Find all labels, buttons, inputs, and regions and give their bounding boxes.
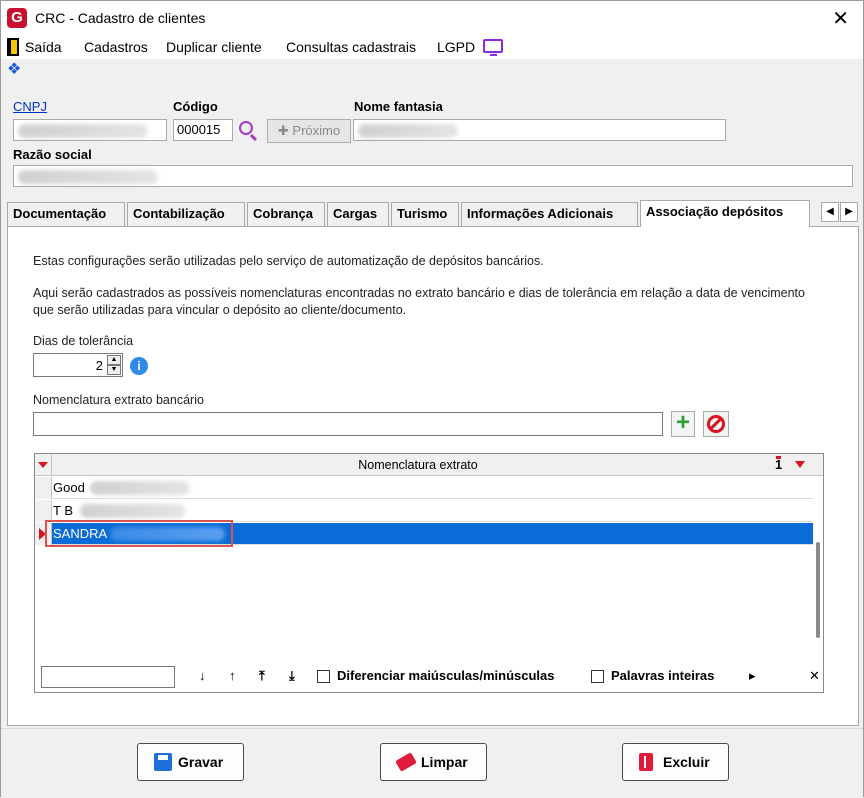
find-input[interactable] [41,666,175,688]
razao-social-label: Razão social [13,147,92,162]
cnpj-field[interactable] [13,119,167,141]
tab-informacoes-adicionais[interactable]: Informações Adicionais [461,202,638,226]
excluir-button[interactable]: Excluir [622,743,729,781]
nomenclatura-input[interactable] [33,412,663,436]
proximo-button[interactable]: ✚ Próximo [267,119,351,143]
menu-lgpd[interactable]: LGPD [437,39,475,55]
search-icon[interactable] [239,121,253,135]
info-text-2a: Aqui serão cadastrados as possíveis nome… [33,286,805,300]
menu-consultas-cadastrais[interactable]: Consultas cadastrais [286,39,416,55]
tab-cargas[interactable]: Cargas [327,202,389,226]
find-last-button[interactable]: ⤓ [289,668,295,684]
diamond-nav-icon[interactable]: ❖ [7,62,21,78]
diff-case-label[interactable]: Diferenciar maiúsculas/minúsculas [337,668,554,683]
tab-turismo[interactable]: Turismo [391,202,459,226]
info-icon[interactable]: i [130,357,148,375]
limpar-button[interactable]: Limpar [380,743,487,781]
tab-cobranca[interactable]: Cobrança [247,202,325,226]
highlight-outline [45,520,233,547]
razao-social-field[interactable] [13,165,853,187]
cancel-icon [707,415,725,433]
tab-associacao-depositos[interactable]: Associação depósitos [640,200,810,227]
menu-bar: Saída Cadastros Duplicar cliente Consult… [1,35,863,59]
spin-up-button[interactable]: ▲ [107,355,121,365]
column-header-nomenclatura[interactable]: Nomenclatura extrato [53,458,783,472]
grid-header: Nomenclatura extrato 1 [35,454,823,476]
gravar-button[interactable]: Gravar [137,743,244,781]
title-bar: G CRC - Cadastro de clientes ✕ [1,1,863,35]
gravar-label: Gravar [178,754,224,770]
dias-tolerancia-value: 2 [95,358,103,373]
table-row[interactable]: Good [35,477,813,499]
tab-contabilizacao[interactable]: Contabilização [127,202,245,226]
tab-panel-associacao: Estas configurações serão utilizadas pel… [7,226,859,726]
close-window-button[interactable]: ✕ [832,6,849,31]
nome-fantasia-label: Nome fantasia [354,99,443,114]
nomenclatura-grid: Nomenclatura extrato 1 Good T B SANDRA ↓… [34,453,824,693]
save-disk-icon [154,753,172,771]
trash-icon [639,753,653,771]
spin-down-button[interactable]: ▼ [107,365,121,375]
menu-saida[interactable]: Saída [25,39,62,55]
close-find-icon[interactable]: ✕ [809,668,820,684]
app-window: G CRC - Cadastro de clientes ✕ Saída Cad… [0,0,864,798]
row-cell: T B [53,503,73,518]
info-text-2b: que serão utilizadas para vincular o dep… [33,303,407,317]
find-prev-up-button[interactable]: ↑ [229,668,236,683]
find-bar: ↓ ↑ ⤒ ⤓ Diferenciar maiúsculas/minúscula… [35,662,823,692]
whole-words-checkbox[interactable] [591,670,604,683]
excluir-label: Excluir [663,754,710,770]
nomenclatura-label: Nomenclatura extrato bancário [33,393,204,407]
tab-strip: Documentação Contabilização Cobrança Car… [7,200,863,227]
find-options-arrow-icon[interactable]: ▸ [749,668,756,684]
grid-scrollbar[interactable] [816,542,820,638]
eraser-icon [395,752,417,772]
cancel-button[interactable] [703,411,729,437]
add-nomenclatura-button[interactable]: + [671,411,695,437]
dias-tolerancia-spinner[interactable]: 2 ▲ ▼ [33,353,123,377]
diff-case-checkbox[interactable] [317,670,330,683]
row-cell: Good [53,480,85,495]
monitor-icon[interactable] [483,39,503,56]
tab-documentacao[interactable]: Documentação [7,202,125,226]
tab-scroll-right-button[interactable]: ▶ [840,202,858,222]
footer-bar: Gravar Limpar Excluir [1,728,863,798]
dropdown-arrow-icon [38,462,48,468]
find-first-button[interactable]: ⤒ [259,668,265,684]
find-next-down-button[interactable]: ↓ [199,668,206,683]
info-text-1: Estas configurações serão utilizadas pel… [33,254,544,268]
whole-words-label[interactable]: Palavras inteiras [611,668,714,683]
cnpj-label[interactable]: CNPJ [13,99,47,114]
dias-tolerancia-label: Dias de tolerância [33,334,134,348]
filter-icon[interactable] [795,461,805,468]
table-row[interactable]: T B [35,500,813,522]
codigo-field[interactable]: 000015 [173,119,233,141]
grid-corner[interactable] [35,454,52,476]
menu-duplicar-cliente[interactable]: Duplicar cliente [166,39,262,55]
tab-scroll-left-button[interactable]: ◀ [821,202,839,222]
app-logo-icon: G [7,8,27,28]
sort-icon[interactable]: 1 [775,456,782,472]
codigo-label: Código [173,99,218,114]
nome-fantasia-field[interactable] [353,119,726,141]
exit-door-icon [7,38,19,56]
menu-cadastros[interactable]: Cadastros [84,39,148,55]
limpar-label: Limpar [421,754,468,770]
window-title: CRC - Cadastro de clientes [35,10,206,26]
